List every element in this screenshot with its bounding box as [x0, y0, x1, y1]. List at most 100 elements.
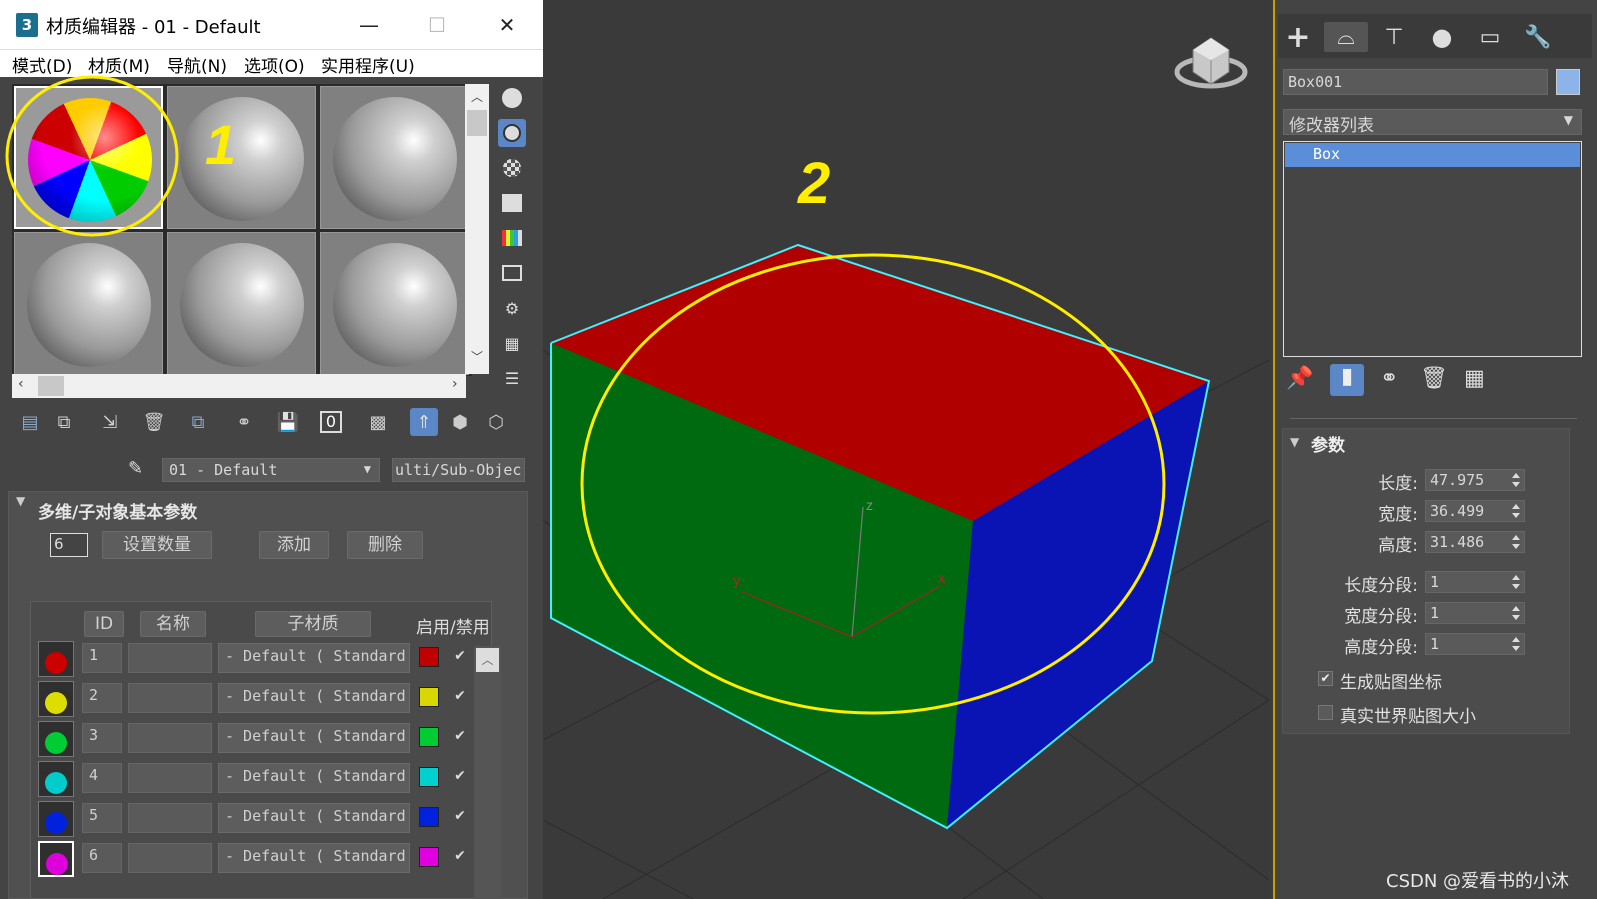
length-spinner[interactable]: 47.975: [1425, 469, 1525, 491]
put-to-library-icon[interactable]: ⚭: [230, 408, 258, 436]
color-swatch[interactable]: [419, 767, 439, 787]
width-spinner[interactable]: 36.499: [1425, 500, 1525, 522]
close-button[interactable]: ✕: [484, 8, 530, 42]
backlight-icon[interactable]: [498, 119, 526, 147]
sub-material-thumbnail[interactable]: [38, 801, 74, 837]
sample-type-icon[interactable]: [498, 84, 526, 112]
enable-checkbox[interactable]: ✔: [452, 768, 468, 784]
sample-slot-5[interactable]: [167, 232, 316, 375]
display-tab-icon[interactable]: ▭: [1468, 22, 1512, 52]
height-segs-spinner[interactable]: 1: [1425, 633, 1525, 655]
enable-checkbox[interactable]: ✔: [452, 728, 468, 744]
name-field[interactable]: [128, 683, 212, 713]
hierarchy-tab-icon[interactable]: ⊤: [1372, 22, 1416, 52]
material-name-field[interactable]: 01 - Default ▼: [162, 458, 380, 482]
sub-material-button[interactable]: - Default ( Standard: [218, 683, 410, 713]
real-world-size-checkbox[interactable]: [1318, 705, 1333, 720]
slots-vertical-scrollbar[interactable]: ︿ ﹀: [465, 84, 489, 374]
delete-button[interactable]: 删除: [347, 531, 423, 559]
sub-material-thumbnail[interactable]: [38, 841, 74, 877]
sub-material-thumbnail[interactable]: [38, 761, 74, 797]
height-spinner[interactable]: 31.486: [1425, 531, 1525, 553]
make-preview-icon[interactable]: [498, 259, 526, 287]
remove-modifier-icon[interactable]: 🗑: [1420, 366, 1448, 391]
background-checker-icon[interactable]: [498, 154, 526, 182]
go-to-parent-icon[interactable]: ⬢: [446, 408, 474, 436]
color-swatch[interactable]: [419, 847, 439, 867]
select-by-material-icon[interactable]: ▦: [498, 329, 526, 357]
collapse-arrow-icon[interactable]: ▼: [1290, 435, 1299, 449]
name-field[interactable]: [128, 723, 212, 753]
color-swatch[interactable]: [419, 727, 439, 747]
id-field[interactable]: 2: [82, 683, 122, 713]
slots-horizontal-scrollbar[interactable]: ‹ ›: [12, 374, 466, 398]
name-field[interactable]: [128, 843, 212, 873]
length-segs-spinner[interactable]: 1: [1425, 571, 1525, 593]
sub-material-button[interactable]: - Default ( Standard: [218, 763, 410, 793]
name-field[interactable]: [128, 643, 212, 673]
enable-checkbox[interactable]: ✔: [452, 648, 468, 664]
configure-modifier-sets-icon[interactable]: ▦: [1464, 366, 1485, 391]
params-title[interactable]: 参数: [1311, 431, 1345, 456]
menu-utilities[interactable]: 实用程序(U): [321, 52, 415, 77]
list-scrollbar[interactable]: ︿: [474, 646, 501, 899]
sub-material-button[interactable]: - Default ( Standard: [218, 643, 410, 673]
id-field[interactable]: 6: [82, 843, 122, 873]
create-tab-icon[interactable]: +: [1276, 20, 1320, 55]
assign-to-selection-icon[interactable]: ⇲: [96, 408, 124, 436]
color-swatch[interactable]: [419, 647, 439, 667]
color-swatch[interactable]: [419, 687, 439, 707]
id-field[interactable]: 5: [82, 803, 122, 833]
object-name-field[interactable]: Box001: [1283, 69, 1548, 95]
count-field[interactable]: 6: [50, 533, 88, 557]
material-type-button[interactable]: ulti/Sub-Objec: [392, 458, 525, 482]
eyedropper-icon[interactable]: ✎: [128, 458, 143, 479]
enable-checkbox[interactable]: ✔: [452, 848, 468, 864]
make-unique-icon[interactable]: ⧉: [184, 408, 212, 436]
put-to-scene-icon[interactable]: ⧉: [50, 408, 78, 436]
motion-tab-icon[interactable]: ●: [1420, 22, 1464, 52]
sample-slot-4[interactable]: [14, 232, 163, 375]
material-map-navigator-icon[interactable]: ☰: [498, 364, 526, 392]
menu-options[interactable]: 选项(O): [244, 52, 305, 77]
maximize-button[interactable]: ☐: [414, 8, 460, 42]
utilities-tab-icon[interactable]: 🔧: [1516, 22, 1560, 52]
id-field[interactable]: 3: [82, 723, 122, 753]
sub-material-thumbnail[interactable]: [38, 641, 74, 677]
id-field[interactable]: 1: [82, 643, 122, 673]
perspective-viewport[interactable]: z y x: [543, 0, 1269, 899]
sub-material-thumbnail[interactable]: [38, 681, 74, 717]
name-field[interactable]: [128, 803, 212, 833]
viewcube-icon[interactable]: [1174, 37, 1248, 89]
column-name[interactable]: 名称: [140, 611, 206, 637]
object-color-swatch[interactable]: [1556, 69, 1580, 95]
show-end-result-icon[interactable]: ⇑: [410, 408, 438, 436]
reset-map-icon[interactable]: 🗑: [140, 408, 168, 436]
make-unique-icon[interactable]: ⚭: [1380, 366, 1398, 391]
get-material-icon[interactable]: ▤: [16, 408, 44, 436]
scroll-thumb[interactable]: [467, 110, 487, 136]
go-forward-to-sibling-icon[interactable]: ⬡: [482, 408, 510, 436]
enable-checkbox[interactable]: ✔: [452, 688, 468, 704]
scroll-thumb[interactable]: [38, 376, 64, 396]
sample-uv-tiling-icon[interactable]: [498, 189, 526, 217]
material-id-channel-icon[interactable]: 0: [320, 411, 342, 433]
id-field[interactable]: 4: [82, 763, 122, 793]
set-count-button[interactable]: 设置数量: [102, 531, 212, 559]
options-icon[interactable]: ⚙: [498, 294, 526, 322]
sample-slot-3[interactable]: [320, 86, 469, 229]
sub-material-button[interactable]: - Default ( Standard: [218, 843, 410, 873]
color-swatch[interactable]: [419, 807, 439, 827]
stack-item-box[interactable]: Box: [1285, 143, 1580, 167]
video-color-check-icon[interactable]: [498, 224, 526, 252]
sample-slot-6[interactable]: [320, 232, 469, 375]
rollout-title[interactable]: 多维/子对象基本参数: [38, 498, 197, 523]
collapse-arrow-icon[interactable]: ▼: [16, 494, 25, 508]
gen-map-coords-checkbox[interactable]: ✔: [1318, 671, 1333, 686]
sub-material-thumbnail[interactable]: [38, 721, 74, 757]
sub-material-button[interactable]: - Default ( Standard: [218, 803, 410, 833]
minimize-button[interactable]: —: [346, 8, 392, 42]
modify-tab-icon[interactable]: ⌓: [1324, 22, 1368, 52]
width-segs-spinner[interactable]: 1: [1425, 602, 1525, 624]
save-material-icon[interactable]: 💾: [274, 408, 302, 436]
